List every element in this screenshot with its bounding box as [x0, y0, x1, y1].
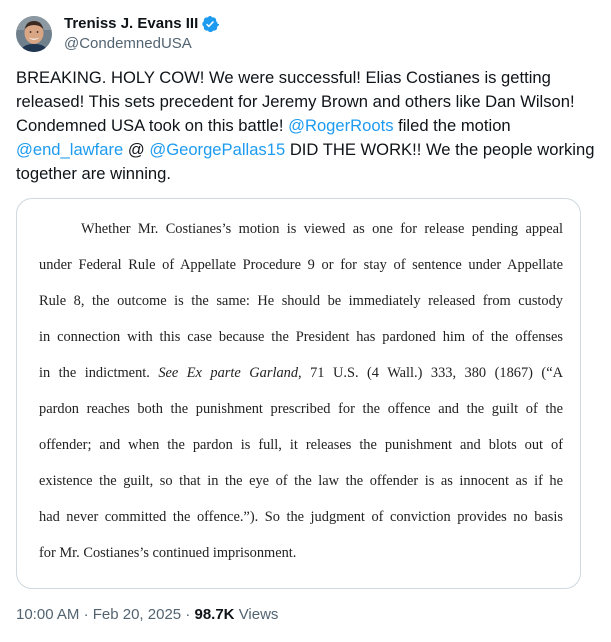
footer-separator: · [185, 606, 191, 623]
display-name-row: Treniss J. Evans III [64, 14, 220, 34]
document-line: in connection with this case because the… [39, 329, 563, 345]
document-line: Whether Mr. Costianes’s motion is viewed… [81, 221, 563, 237]
views-label: Views [238, 606, 279, 623]
tweet-footer: 10:00 AM · Feb 20, 2025 · 98.7K Views [16, 605, 278, 625]
mention-link[interactable]: @GeorgePallas15 [149, 140, 285, 159]
document-line: offender; and when the pardon is full, i… [39, 437, 563, 453]
document-line: existence the guilt, so that in the eye … [39, 473, 563, 489]
document-line: in the indictment. See Ex parte Garland,… [39, 365, 563, 381]
avatar[interactable] [16, 16, 52, 52]
tweet-text-part: @ [123, 140, 150, 159]
document-excerpt: Whether Mr. Costianes’s motion is viewed… [39, 211, 563, 571]
mention-link[interactable]: @end_lawfare [16, 140, 123, 159]
document-line: pardon reaches both the punishment presc… [39, 401, 563, 417]
document-line: for Mr. Costianes’s continued imprisonme… [39, 545, 297, 561]
tweet-text: BREAKING. HOLY COW! We were successful! … [16, 66, 596, 186]
mention-link[interactable]: @RogerRoots [288, 116, 393, 135]
timestamp-date[interactable]: Feb 20, 2025 [93, 606, 181, 623]
footer-separator: · [83, 606, 89, 623]
case-citation: See Ex parte Garland [158, 365, 299, 381]
author-display-name[interactable]: Treniss J. Evans III [64, 14, 198, 34]
verified-badge-icon [201, 15, 220, 33]
document-line: Rule 8, the outcome is the same: He shou… [39, 293, 563, 309]
author-names: Treniss J. Evans III @CondemnedUSA [64, 14, 220, 54]
tweet-text-part: filed the motion [393, 116, 511, 135]
tweet: Treniss J. Evans III @CondemnedUSA BREAK… [0, 0, 611, 642]
document-line: had never committed the offence.”). So t… [39, 509, 563, 525]
timestamp-time[interactable]: 10:00 AM [16, 606, 79, 623]
views-count: 98.7K [194, 606, 235, 623]
tweet-header: Treniss J. Evans III @CondemnedUSA [16, 12, 220, 56]
attached-image[interactable]: Whether Mr. Costianes’s motion is viewed… [16, 198, 581, 589]
author-handle[interactable]: @CondemnedUSA [64, 34, 219, 54]
document-line: under Federal Rule of Appellate Procedur… [39, 257, 563, 273]
